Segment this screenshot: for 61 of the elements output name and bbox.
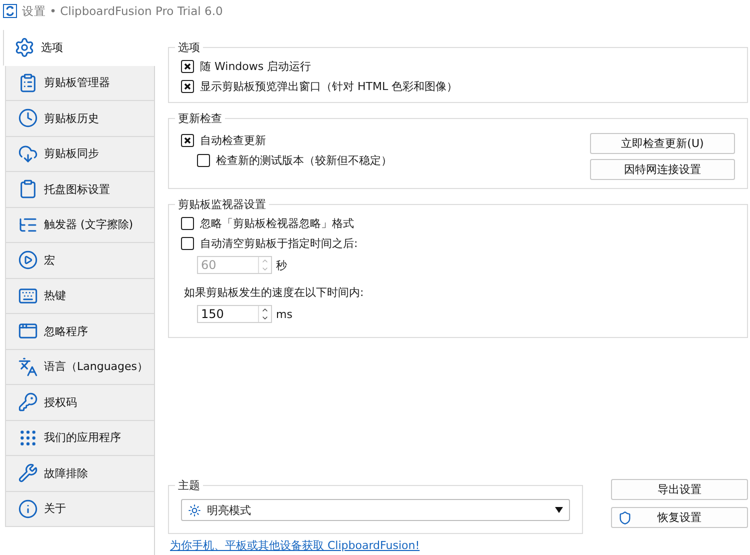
sidebar-tab[interactable]: 剪贴板历史 [5,101,154,136]
sidebar-tab[interactable]: 选项 [3,30,155,66]
checkbox[interactable] [181,60,194,73]
theme-dropdown[interactable]: 明亮模式 [181,499,570,521]
sidebar-tab[interactable]: 语言（Languages） [5,350,154,385]
checkbox[interactable] [181,237,194,250]
cross-icon [184,63,191,70]
checkbox-label: 检查新的测试版本（较新但不稳定） [216,153,392,168]
checkbox-label: 显示剪贴板预览弹出窗口（针对 HTML 色彩和图像） [200,79,458,94]
checkbox-label: 自动清空剪贴板于指定时间之后: [200,236,358,251]
unit-label: ms [276,308,292,320]
clipboard-icon [18,179,38,200]
caret-icon [555,507,563,513]
unit-label: 秒 [276,258,287,272]
sun-icon [188,504,201,516]
settings-button[interactable]: 立即检查更新(U) [590,133,735,154]
clock-icon [18,108,38,128]
cross-icon [184,83,191,90]
sidebar-tab[interactable]: 热键 [5,278,154,314]
sidebar-tab[interactable]: 触发器 (文字擦除) [5,208,154,243]
checkbox[interactable] [181,80,194,93]
sidebar-tab[interactable]: 宏 [5,243,154,278]
group-title: 主题 [177,478,201,493]
export-button[interactable]: 导出设置 [611,479,748,500]
checkbox[interactable] [181,134,194,147]
play-icon [18,250,38,270]
info-icon [18,498,38,519]
checkbox[interactable] [197,154,210,167]
settings-button[interactable]: 因特网连接设置 [590,159,735,180]
sidebar-tab[interactable]: 故障排除 [5,456,154,492]
checkbox-label: 忽略「剪贴板检视器忽略」格式 [200,216,354,231]
speed-label: 如果剪贴板发生的速度在以下时间内: [184,285,365,300]
checkbox-label: 自动检查更新 [200,133,266,148]
cloud-download-icon [18,144,38,164]
app-icon [3,4,17,18]
checkbox-label: 随 Windows 启动运行 [200,59,312,74]
download-link[interactable]: 为你手机、平板或其他设备获取 ClipboardFusion! [170,538,420,553]
window-icon [18,321,38,342]
number-field[interactable]: 150 [197,305,272,323]
sidebar-tab[interactable]: 授权码 [5,385,154,420]
sidebar-tab[interactable]: 忽略程序 [5,314,154,350]
restore-button[interactable]: 恢复设置 [611,507,748,528]
sidebar-tab[interactable]: 剪贴板同步 [5,136,154,172]
settings-icon [14,36,35,58]
grid-dots-icon [18,428,38,448]
window-title: 设置 • ClipboardFusion Pro Trial 6.0 [22,4,223,18]
sidebar-tab[interactable]: 托盘图标设置 [5,172,154,208]
keyboard-icon [18,286,38,306]
sidebar-tab[interactable]: 我们的应用程序 [5,420,154,456]
clipboard-list-icon [18,72,38,93]
shield-icon [618,510,632,524]
group-title: 更新检查 [177,111,223,126]
sidebar-tab[interactable]: 剪贴板管理器 [5,66,154,101]
wrench-icon [18,463,38,484]
language-icon [18,356,38,377]
key-icon [18,392,38,412]
cross-icon [184,137,191,144]
group-title: 选项 [177,40,201,55]
group-title: 剪贴板监视器设置 [177,197,267,212]
sidebar-tab[interactable]: 关于 [5,492,154,527]
checkbox[interactable] [181,217,194,230]
